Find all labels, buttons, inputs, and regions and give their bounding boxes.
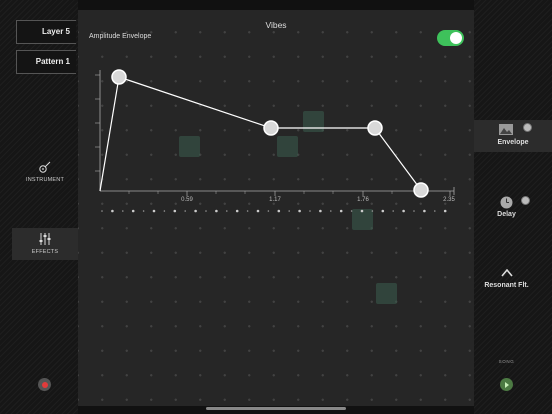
timeline-dot <box>339 209 343 213</box>
timeline-dot <box>256 209 260 213</box>
filter-peak-icon <box>501 269 513 277</box>
layer-selector[interactable]: Layer 5 <box>16 20 76 44</box>
envelope-knob-icon[interactable] <box>523 123 532 132</box>
pattern-selector[interactable]: Pattern 1 <box>16 50 76 74</box>
image-icon <box>499 124 513 135</box>
timeline-dot <box>434 210 436 212</box>
timeline-dot <box>131 209 135 213</box>
x-tick-label: 1.76 <box>357 197 369 203</box>
attack-handle[interactable] <box>111 69 127 85</box>
timeline-dot <box>423 209 426 213</box>
timeline-dot <box>330 210 332 212</box>
timeline-dot <box>142 210 145 212</box>
timeline-dot <box>122 210 124 212</box>
guitar-icon <box>39 161 51 173</box>
envelope-graph: 0.59 1.17 1.76 2.35 <box>95 69 455 213</box>
record-button[interactable] <box>38 378 51 391</box>
x-tick-labels: 0.59 1.17 1.76 2.35 <box>181 197 455 203</box>
resonant-filter-label: Resonant Flt. <box>484 282 529 289</box>
timeline-dot <box>288 210 290 212</box>
song-label: SONG <box>498 359 515 364</box>
timeline-dot <box>360 209 364 213</box>
effects-button[interactable]: EFFECTS <box>12 228 78 260</box>
sliders-icon <box>39 233 51 245</box>
x-tick-label: 2.35 <box>443 197 455 203</box>
timeline-dot <box>413 210 415 212</box>
x-tick-label: 0.59 <box>181 197 193 203</box>
home-indicator[interactable] <box>206 407 346 410</box>
timeline-dot <box>163 210 166 212</box>
timeline-dot <box>392 210 395 212</box>
timeline-dots <box>101 209 447 213</box>
timeline-dot <box>267 210 270 212</box>
envelope-label: Envelope <box>497 139 529 146</box>
effects-label: EFFECTS <box>31 249 59 255</box>
delay-label: Delay <box>497 211 516 218</box>
timeline-dot <box>319 209 322 213</box>
timeline-dot <box>350 210 353 212</box>
timeline-dot <box>205 210 207 212</box>
x-tick-label: 1.17 <box>269 197 281 203</box>
play-button[interactable] <box>500 378 513 391</box>
envelope-editor: Vibes Amplitude Envelope 0.59 1.17 1.76 … <box>78 10 474 406</box>
timeline-dot <box>215 209 218 213</box>
timeline-dot <box>246 210 249 212</box>
timeline-dot <box>194 209 197 213</box>
resonant-filter-effect-item[interactable]: Resonant Flt. <box>474 268 552 294</box>
decay-handle[interactable] <box>263 120 279 136</box>
timeline-dot <box>111 209 114 213</box>
timeline-dot <box>152 209 156 213</box>
timeline-dot <box>235 209 239 213</box>
timeline-dot <box>184 210 186 212</box>
timeline-dot <box>277 209 281 213</box>
timeline-dot <box>101 210 103 212</box>
instrument-label: INSTRUMENT <box>25 177 65 183</box>
timeline-dot <box>298 209 301 213</box>
timeline-dot <box>443 209 447 213</box>
y-axis <box>95 70 101 191</box>
right-panel: Envelope Delay Resonant Flt. <box>474 0 552 414</box>
left-panel: Layer 5 Pattern 1 INSTRUMENT EFFECTS <box>0 0 78 414</box>
timeline-dot <box>371 210 374 212</box>
release-handle[interactable] <box>413 182 429 198</box>
envelope-effect-item[interactable]: Envelope <box>474 120 552 152</box>
timeline-dot <box>402 209 405 213</box>
instrument-button[interactable]: INSTRUMENT <box>12 160 78 186</box>
timeline-dot <box>173 209 177 213</box>
clock-icon <box>500 196 513 209</box>
delay-knob-icon[interactable] <box>521 196 530 205</box>
timeline-dot <box>381 209 385 213</box>
delay-effect-item[interactable]: Delay <box>474 195 552 225</box>
sustain-handle[interactable] <box>367 120 383 136</box>
timeline-dot <box>309 210 311 212</box>
timeline-dot <box>226 210 228 212</box>
x-axis <box>100 187 455 196</box>
